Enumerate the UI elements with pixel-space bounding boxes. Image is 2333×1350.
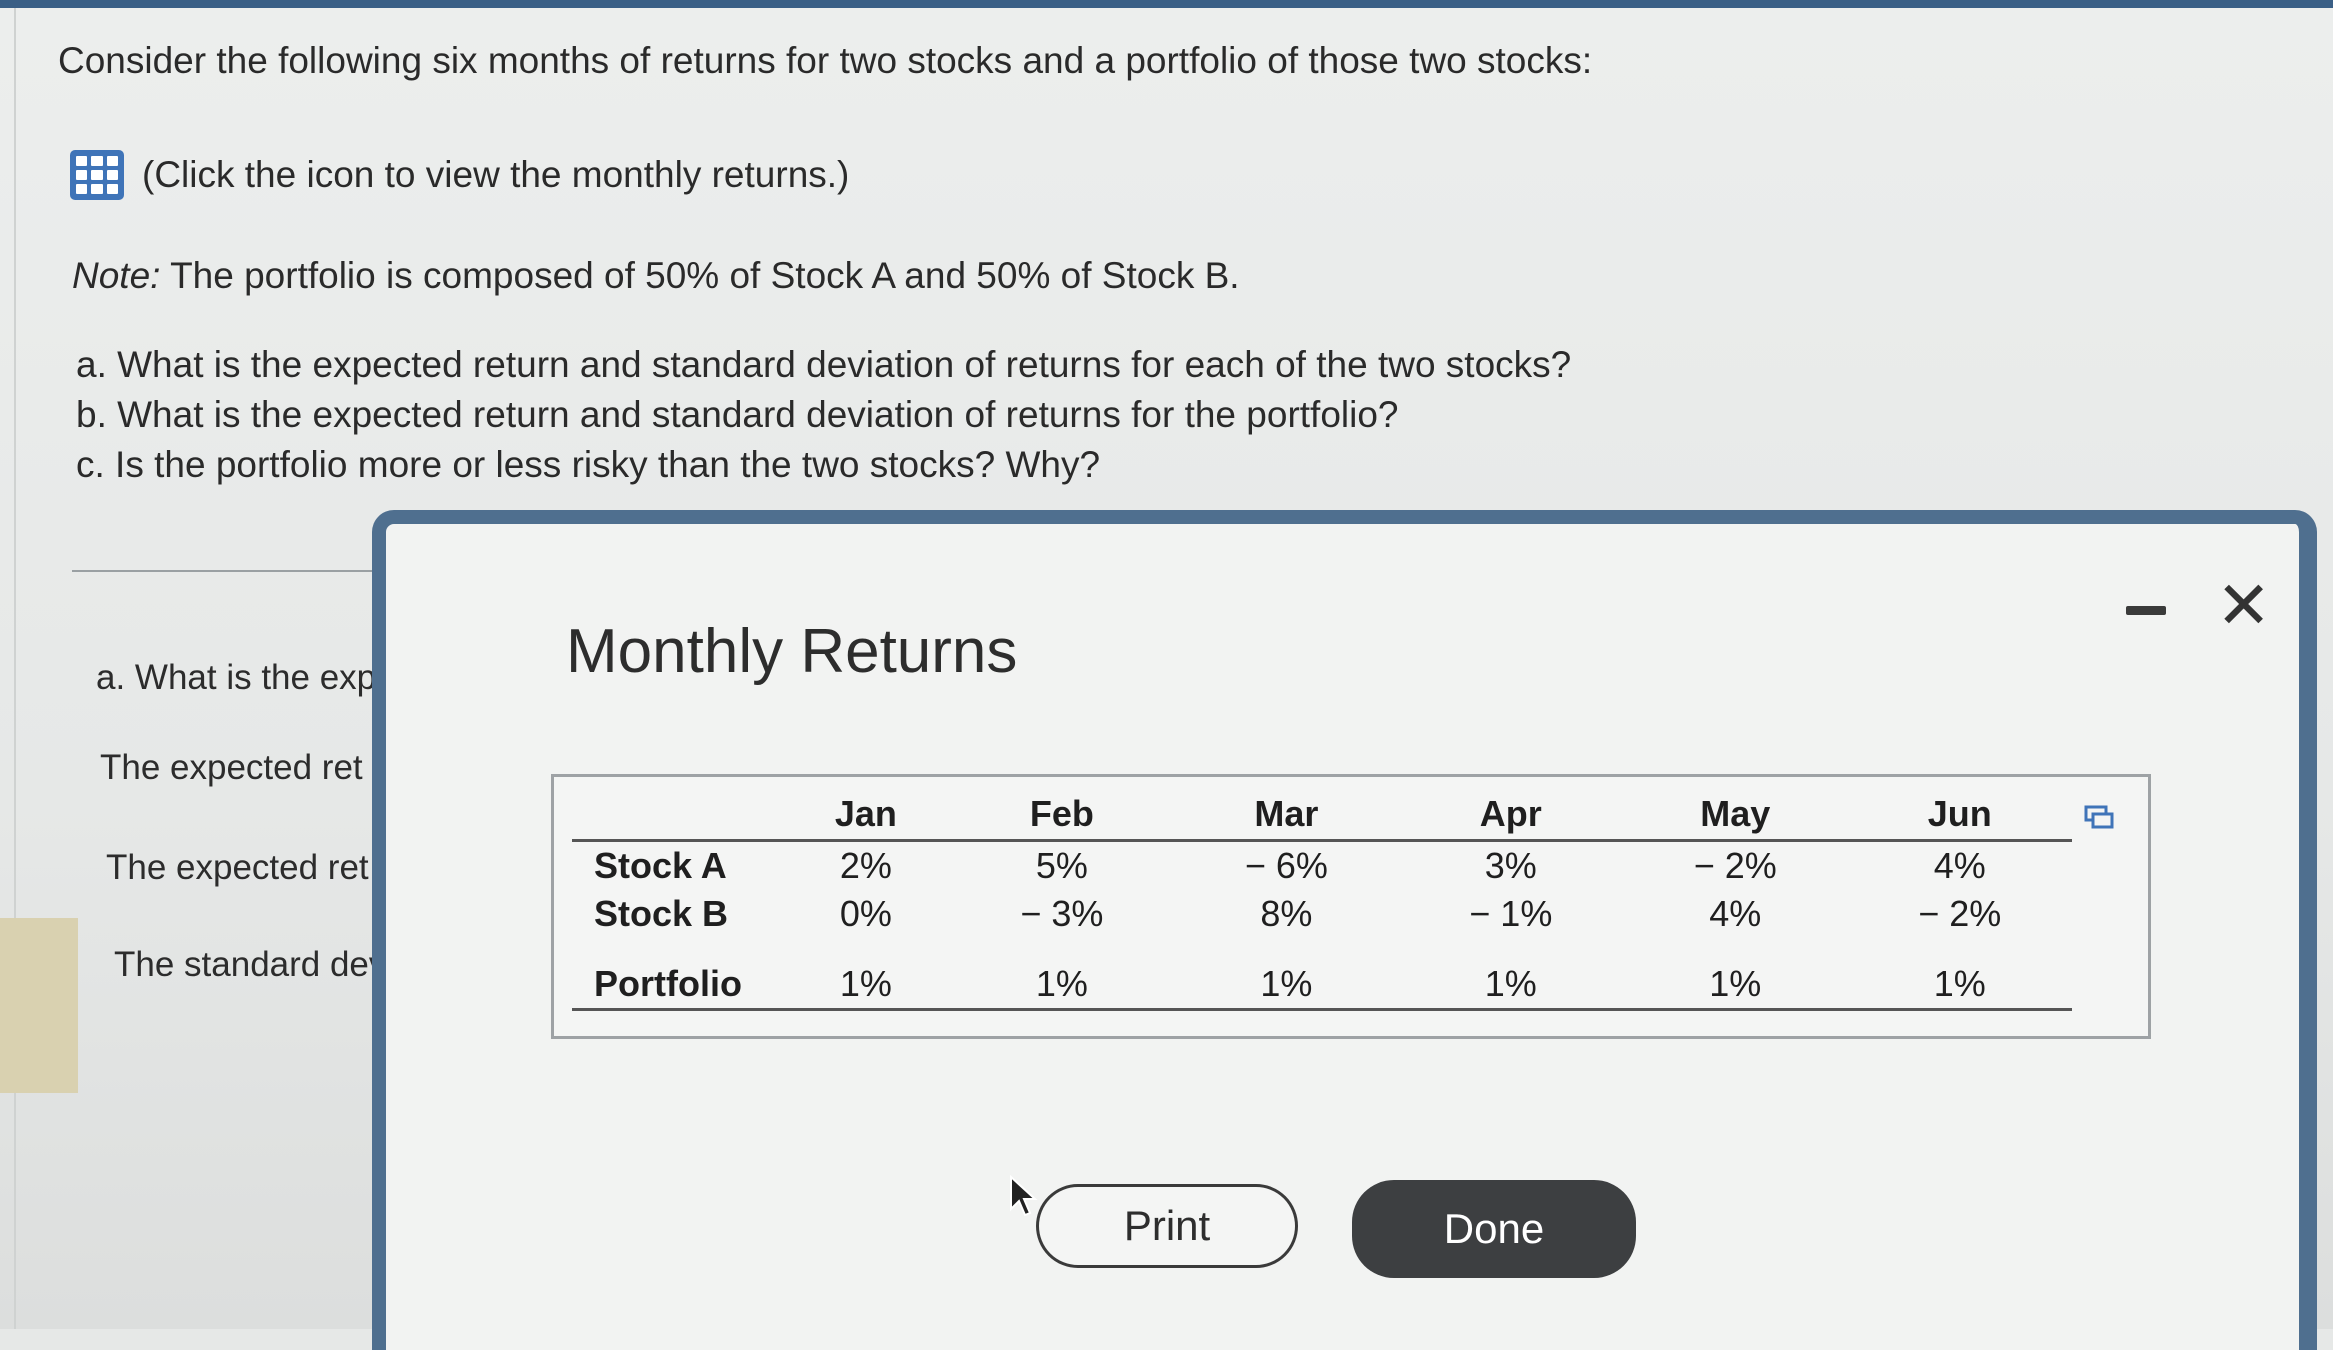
table-cell: − 2%	[1918, 893, 2002, 934]
table-cell: 2%	[839, 845, 892, 886]
returns-table-container: Jan Feb Mar Apr May Jun Stock A 2% 5% − …	[551, 774, 2151, 1217]
note-label: Note:	[72, 255, 161, 296]
month-header: Apr	[1398, 787, 1624, 842]
table-cell: 1%	[1398, 938, 1624, 1011]
table-header-row: Jan Feb Mar Apr May Jun	[572, 787, 2072, 842]
answer-a-prompt: a. What is the exp	[96, 658, 377, 697]
monthly-returns-dialog: Monthly Returns ✕ Jan Feb Mar Apr May Ju…	[372, 510, 2317, 1350]
question-parts: a. What is the expected return and stand…	[76, 340, 1571, 490]
print-button[interactable]: Print	[1036, 1184, 1298, 1268]
question-intro: Consider the following six months of ret…	[58, 40, 1593, 81]
table-cell: 4%	[1709, 893, 1762, 934]
view-returns-text[interactable]: (Click the icon to view the monthly retu…	[142, 154, 849, 196]
table-cell: 3%	[1484, 845, 1537, 886]
table-cell: 1%	[1174, 938, 1399, 1011]
table-cell: − 3%	[1020, 893, 1104, 934]
top-accent-bar	[0, 0, 2333, 8]
table-row: Stock B 0% − 3% 8% − 1% 4% − 2%	[572, 890, 2072, 938]
part-b: b. What is the expected return and stand…	[76, 394, 1399, 435]
returns-table: Jan Feb Mar Apr May Jun Stock A 2% 5% − …	[572, 787, 2072, 1011]
portfolio-note: Note: The portfolio is composed of 50% o…	[72, 255, 1240, 297]
mouse-pointer-icon	[1010, 1175, 1038, 1217]
month-header: May	[1623, 787, 1848, 842]
dialog-title: Monthly Returns	[566, 617, 1018, 686]
table-cell: 1%	[782, 938, 950, 1011]
row-label: Portfolio	[572, 938, 782, 1011]
table-cell: − 2%	[1693, 845, 1777, 886]
corner-cell	[572, 787, 782, 842]
table-row: Stock A 2% 5% − 6% 3% − 2% 4%	[572, 841, 2072, 891]
answer-expected-return-2: The expected ret	[106, 848, 369, 887]
done-button[interactable]: Done	[1352, 1180, 1636, 1278]
answer-highlight	[0, 918, 78, 1093]
note-text: The portfolio is composed of 50% of Stoc…	[170, 255, 1240, 296]
answer-standard-deviation: The standard dev	[114, 945, 387, 984]
left-border	[14, 8, 16, 1329]
divider	[72, 570, 372, 572]
minimize-icon[interactable]	[2126, 606, 2166, 615]
table-cell: 1%	[949, 938, 1175, 1011]
table-cell: 1%	[1623, 938, 1848, 1011]
table-cell: − 6%	[1244, 845, 1328, 886]
table-cell: 5%	[1035, 845, 1088, 886]
table-cell: 4%	[1933, 845, 1986, 886]
close-icon[interactable]: ✕	[2216, 572, 2271, 638]
table-cell: 1%	[1847, 938, 2072, 1011]
table-cell: − 1%	[1469, 893, 1553, 934]
answer-expected-return-1: The expected ret	[100, 748, 363, 787]
month-header: Mar	[1174, 787, 1399, 842]
table-cell: 8%	[1260, 893, 1313, 934]
part-a: a. What is the expected return and stand…	[76, 344, 1572, 385]
copy-icon[interactable]	[2084, 805, 2114, 829]
table-row: Portfolio 1% 1% 1% 1% 1% 1%	[572, 938, 2072, 1011]
view-returns-link[interactable]: (Click the icon to view the monthly retu…	[70, 150, 849, 200]
row-label: Stock A	[594, 845, 727, 886]
month-header: Feb	[949, 787, 1175, 842]
grid-table-icon[interactable]	[70, 150, 124, 200]
month-header: Jan	[782, 787, 950, 842]
table-cell: 0%	[839, 893, 892, 934]
part-c: c. Is the portfolio more or less risky t…	[76, 444, 1101, 485]
month-header: Jun	[1847, 787, 2072, 842]
row-label: Stock B	[594, 893, 729, 934]
